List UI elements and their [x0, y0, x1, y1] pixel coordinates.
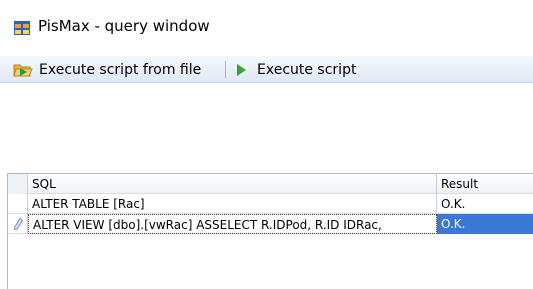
result-cell[interactable]: O.K.	[437, 214, 533, 234]
script-editor[interactable]	[0, 84, 533, 173]
column-header-sql[interactable]: SQL	[28, 174, 437, 194]
toolbar-separator	[225, 61, 226, 78]
grid-header-row: SQL Result	[8, 174, 533, 194]
execute-script-from-file-label: Execute script from file	[39, 61, 202, 78]
row-indicator[interactable]	[8, 194, 28, 214]
execute-script-from-file-button[interactable]: Execute script from file	[13, 56, 201, 83]
open-folder-run-icon	[13, 64, 33, 76]
row-indicator[interactable]	[8, 214, 28, 234]
table-row[interactable]: ALTER VIEW [dbo].[vwRac] ASSELECT R.IDPo…	[8, 214, 533, 234]
execute-script-button[interactable]: Execute script	[234, 56, 356, 83]
window-title: PisMax - query window	[38, 17, 210, 35]
execute-script-label: Execute script	[257, 61, 357, 78]
result-cell[interactable]: O.K.	[437, 194, 533, 214]
query-window: PisMax - query window Execute script fro…	[0, 0, 533, 289]
title-bar: PisMax - query window	[0, 0, 533, 49]
column-header-result[interactable]: Result	[437, 174, 533, 194]
edit-pencil-icon	[14, 218, 23, 230]
table-row[interactable]: ALTER TABLE [Rac] O.K.	[8, 194, 533, 214]
toolbar: Execute script from file Execute script	[0, 56, 533, 83]
results-grid: SQL Result ALTER TABLE [Rac] O.K. ALTER …	[7, 173, 533, 289]
app-window-icon	[14, 21, 30, 35]
sql-cell[interactable]: ALTER TABLE [Rac]	[28, 194, 437, 214]
sql-cell[interactable]: ALTER VIEW [dbo].[vwRac] ASSELECT R.IDPo…	[28, 214, 437, 234]
row-indicator-header	[8, 174, 28, 194]
play-icon	[237, 63, 246, 76]
